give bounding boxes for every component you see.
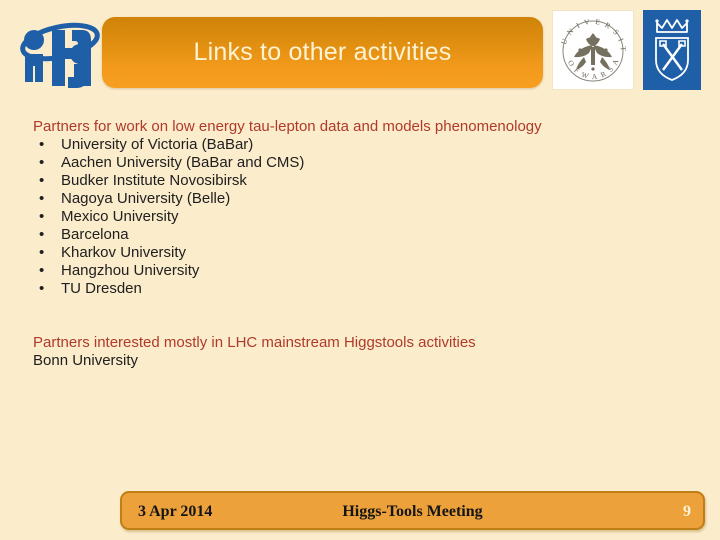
list-item-label: Mexico University	[61, 208, 179, 225]
bullet-icon: •	[39, 280, 45, 297]
list-item-label: University of Victoria (BaBar)	[61, 136, 254, 153]
slide-content: Partners for work on low energy tau-lept…	[0, 118, 720, 370]
list-item-label: Budker Institute Novosibirsk	[61, 172, 247, 189]
list-item-label: Aachen University (BaBar and CMS)	[61, 154, 305, 171]
university-of-warsaw-seal-logo: U N I V E R S I T Y O F W A R S A W	[549, 4, 634, 90]
lhc-partner-entry: Bonn University	[33, 352, 139, 369]
list-item: • Mexico University	[33, 208, 720, 226]
list-item: • Nagoya University (Belle)	[33, 190, 720, 208]
bullet-icon: •	[39, 154, 45, 171]
bullet-icon: •	[39, 262, 45, 279]
bullet-icon: •	[39, 136, 45, 153]
section-heading-tau-partners: Partners for work on low energy tau-lept…	[33, 118, 542, 135]
partners-tau-section: Partners for work on low energy tau-lept…	[0, 118, 720, 298]
bullet-icon: •	[39, 172, 45, 189]
footer-meeting-title: Higgs-Tools Meeting	[342, 503, 483, 520]
list-item: • University of Victoria (BaBar)	[33, 136, 720, 154]
page-number: 9	[683, 503, 691, 520]
bullet-icon: •	[39, 226, 45, 243]
bullet-icon: •	[39, 190, 45, 207]
bullet-icon: •	[39, 208, 45, 225]
list-item-label: Nagoya University (Belle)	[61, 190, 231, 207]
list-item: • Barcelona	[33, 226, 720, 244]
list-item: • Aachen University (BaBar and CMS)	[33, 154, 720, 172]
list-item-label: Barcelona	[61, 226, 129, 243]
slide-footer-bar: 3 Apr 2014 Higgs-Tools Meeting 9	[120, 491, 705, 530]
jagiellonian-university-crest-logo	[643, 10, 701, 90]
page-title: Links to other activities	[193, 38, 452, 66]
list-item: • TU Dresden	[33, 280, 720, 298]
ifj-institute-logo	[12, 10, 104, 90]
list-item-label: TU Dresden	[61, 280, 142, 297]
list-item-label: Kharkov University	[61, 244, 187, 261]
slide-header: Links to other activities U N I V E R S …	[0, 0, 720, 100]
list-item: • Budker Institute Novosibirsk	[33, 172, 720, 190]
list-item-label: Hangzhou University	[61, 262, 200, 279]
list-item: • Hangzhou University	[33, 262, 720, 280]
bullet-icon: •	[39, 244, 45, 261]
list-item: • Kharkov University	[33, 244, 720, 262]
section-heading-lhc-partners: Partners interested mostly in LHC mainst…	[33, 334, 476, 351]
partners-lhc-section: Partners interested mostly in LHC mainst…	[0, 334, 720, 370]
tau-partner-list: • University of Victoria (BaBar) • Aache…	[33, 136, 720, 298]
slide-title-banner: Links to other activities	[102, 17, 543, 88]
